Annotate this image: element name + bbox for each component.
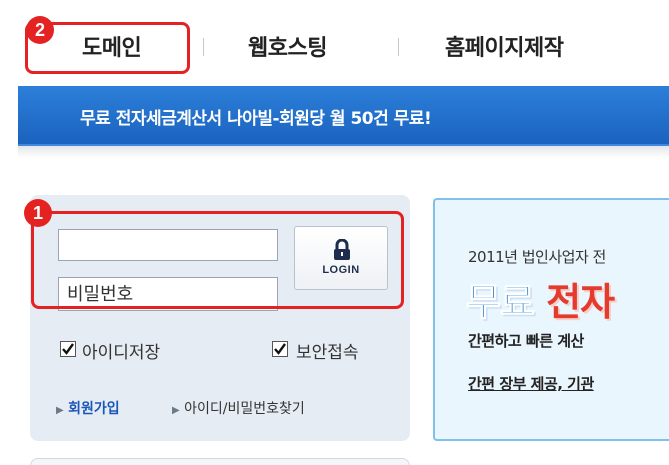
promo-banner[interactable]: 무료 전자세금계산서 나아빌-회원당 월 50건 무료! [18,86,669,146]
next-panel-top [30,458,410,465]
checkmark-icon [274,343,286,355]
secure-login-checkbox[interactable] [272,341,288,357]
arrow-right-icon: ▶ [56,405,64,416]
promo-line-2[interactable]: 간편 장부 제공, 기관 [468,373,594,394]
highlight-box-login [31,211,404,309]
signup-link[interactable]: 회원가입 [68,401,120,417]
promo-headline: 무료 전자 [466,271,616,326]
step-marker-2: 2 [26,16,54,44]
checkmark-icon [62,343,74,355]
signup-link-wrap: ▶ 회원가입 [56,398,120,418]
arrow-right-icon: ▶ [172,405,180,416]
find-account-link[interactable]: 아이디/비밀번호찾기 [184,401,305,417]
save-id-checkbox[interactable] [60,341,76,357]
promo-year-text: 2011년 법인사업자 전 [468,248,606,266]
nav-item-homepage-production[interactable]: 홈페이지제작 [445,30,564,62]
nav-item-web-hosting[interactable]: 웹호스팅 [248,30,327,62]
nav-divider [203,38,204,56]
step-marker-1: 1 [24,199,52,227]
promo-headline-part1: 무료 [466,280,536,325]
find-account-link-wrap: ▶ 아이디/비밀번호찾기 [172,398,305,418]
secure-login-label: 보안접속 [296,343,359,363]
banner-shadow [18,146,669,158]
banner-text: 무료 전자세금계산서 나아빌-회원당 월 50건 무료! [80,109,432,129]
save-id-label: 아이디저장 [82,343,161,363]
promo-headline-part2: 전자 [546,280,615,324]
promo-line-1: 간편하고 빠른 계산 [468,332,584,350]
nav-divider [398,38,399,56]
